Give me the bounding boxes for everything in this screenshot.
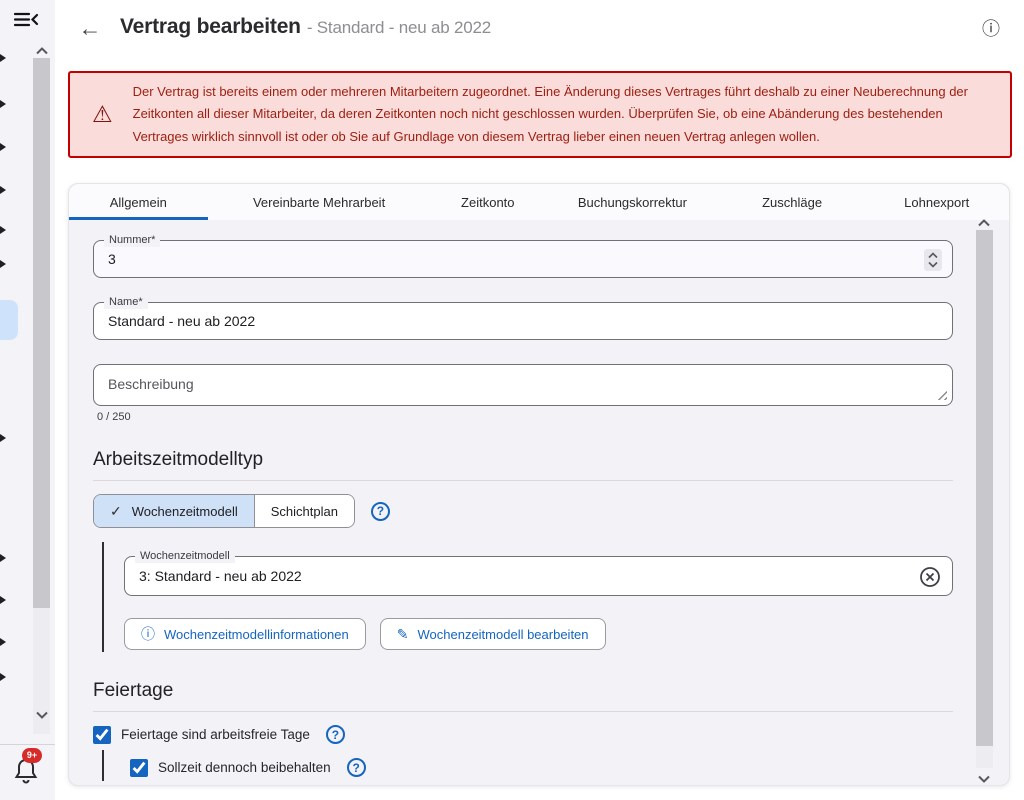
notifications-bell-icon[interactable]: 9+ [6, 752, 46, 792]
page-subtitle: - Standard - neu ab 2022 [307, 18, 491, 37]
sidebar-item-icon[interactable] [0, 673, 6, 681]
tab-lohnexport[interactable]: Lohnexport [864, 184, 1009, 220]
toggle-schichtplan[interactable]: Schichtplan [254, 495, 354, 527]
name-input[interactable] [108, 313, 938, 329]
beschreibung-field [93, 364, 953, 406]
beschreibung-textarea[interactable] [108, 376, 914, 394]
sidebar-item-icon[interactable] [0, 554, 6, 562]
sidebar-scroll-down-icon[interactable] [34, 708, 50, 720]
page-title: Vertrag bearbeiten - Standard - neu ab 20… [120, 15, 491, 39]
help-icon[interactable]: ? [371, 502, 390, 521]
sollzeit-section: Sollzeit dennoch beibehalten ? [102, 750, 953, 781]
warning-banner: ⚠ Der Vertrag ist bereits einem oder meh… [68, 71, 1012, 158]
page-header: ← Vertrag bearbeiten - Standard - neu ab … [55, 0, 1024, 56]
collapse-menu-icon[interactable] [11, 8, 41, 34]
section-heading-feiertage: Feiertage [93, 680, 953, 702]
warning-triangle-icon: ⚠ [92, 101, 113, 128]
modelltyp-toggle-group: ✓ Wochenzeitmodell Schichtplan [93, 494, 355, 528]
sidebar-item-icon[interactable] [0, 638, 6, 646]
sidebar-item-icon[interactable] [0, 186, 6, 194]
wochenzeitmodell-section: Wochenzeitmodell ⓘ Wochenzeitmodellinfor… [102, 542, 953, 652]
nummer-input[interactable] [108, 251, 938, 267]
wochenzeitmodell-field: Wochenzeitmodell [124, 556, 953, 596]
back-arrow-icon[interactable]: ← [75, 14, 105, 42]
sidebar-item-icon[interactable] [0, 260, 6, 268]
feiertage-arbeitsfrei-checkbox[interactable] [93, 726, 111, 744]
wochenzeitmodell-bearbeiten-label: Wochenzeitmodell bearbeiten [417, 627, 588, 642]
help-icon[interactable]: ? [347, 758, 366, 777]
section-divider [93, 711, 953, 712]
sidebar-scroll-up-icon[interactable] [34, 44, 50, 56]
warning-text: Der Vertrag ist bereits einem oder mehre… [133, 81, 988, 147]
info-icon: ⓘ [141, 624, 155, 644]
sidebar-item-icon[interactable] [0, 54, 6, 62]
check-icon: ✓ [110, 503, 122, 520]
feiertage-arbeitsfrei-label: Feiertage sind arbeitsfreie Tage [121, 727, 310, 742]
char-counter: 0 / 250 [97, 411, 953, 423]
sollzeit-beibehalten-label: Sollzeit dennoch beibehalten [158, 760, 331, 775]
nummer-label: Nummer* [104, 233, 160, 247]
section-divider [93, 480, 953, 481]
tab-content-allgemein: Nummer* Name* 0 / 250 Arbeitszeitmodellt… [69, 220, 1009, 781]
help-icon[interactable]: ? [326, 725, 345, 744]
arbeitszeitmodelltyp-toggle-row: ✓ Wochenzeitmodell Schichtplan ? [93, 494, 953, 528]
tab-zeitkonto[interactable]: Zeitkonto [431, 184, 545, 220]
wochenzeitmodell-buttons: ⓘ Wochenzeitmodellinformationen ✎ Wochen… [124, 618, 953, 650]
sidebar: 9+ [0, 0, 55, 800]
resize-handle-icon[interactable] [935, 388, 947, 400]
sollzeit-checkbox-row: Sollzeit dennoch beibehalten ? [130, 758, 953, 777]
sidebar-divider [0, 744, 55, 745]
wochenzeitmodell-bearbeiten-button[interactable]: ✎ Wochenzeitmodell bearbeiten [380, 618, 606, 650]
clear-icon[interactable] [918, 565, 942, 589]
sidebar-selected-item[interactable] [0, 300, 18, 340]
name-label: Name* [104, 295, 148, 309]
sidebar-scrollbar[interactable] [33, 58, 50, 734]
sidebar-item-icon[interactable] [0, 100, 6, 108]
tab-buchungskorrektur[interactable]: Buchungskorrektur [545, 184, 720, 220]
sidebar-item-icon[interactable] [0, 226, 6, 234]
hamburger-collapse-icon [12, 8, 40, 32]
toggle-wochenzeitmodell[interactable]: ✓ Wochenzeitmodell [94, 495, 254, 527]
section-heading-arbeitszeitmodelltyp: Arbeitszeitmodelltyp [93, 449, 953, 471]
toggle-wochenzeitmodell-label: Wochenzeitmodell [132, 504, 238, 519]
tab-zuschlaege[interactable]: Zuschläge [720, 184, 865, 220]
toggle-schichtplan-label: Schichtplan [271, 504, 338, 519]
sidebar-item-icon[interactable] [0, 434, 6, 442]
wochenzeitmodell-label: Wochenzeitmodell [135, 549, 235, 563]
feiertage-checkbox-row: Feiertage sind arbeitsfreie Tage ? [93, 725, 953, 744]
contract-panel: Allgemein Vereinbarte Mehrarbeit Zeitkon… [68, 183, 1010, 786]
wochenzeitmodell-input[interactable] [139, 568, 938, 584]
number-stepper-icon[interactable] [924, 249, 942, 271]
sidebar-scrollbar-thumb[interactable] [33, 58, 50, 608]
sidebar-item-icon[interactable] [0, 143, 6, 151]
name-field: Name* [93, 302, 953, 340]
pencil-icon: ✎ [397, 626, 409, 643]
sidebar-item-icon[interactable] [0, 596, 6, 604]
tab-vereinbarte-mehrarbeit[interactable]: Vereinbarte Mehrarbeit [208, 184, 431, 220]
wochenzeitmodellinformationen-button[interactable]: ⓘ Wochenzeitmodellinformationen [124, 618, 366, 650]
notification-badge: 9+ [22, 748, 42, 763]
app-window: 9+ ← Vertrag bearbeiten - Standard - neu … [0, 0, 1024, 800]
tab-allgemein[interactable]: Allgemein [69, 184, 208, 220]
nummer-field: Nummer* [93, 240, 953, 278]
page-title-text: Vertrag bearbeiten [120, 15, 301, 38]
tab-bar: Allgemein Vereinbarte Mehrarbeit Zeitkon… [69, 184, 1009, 220]
sollzeit-beibehalten-checkbox[interactable] [130, 759, 148, 777]
info-icon[interactable]: ⓘ [978, 15, 1004, 41]
wochenzeitmodellinformationen-label: Wochenzeitmodellinformationen [164, 627, 349, 642]
